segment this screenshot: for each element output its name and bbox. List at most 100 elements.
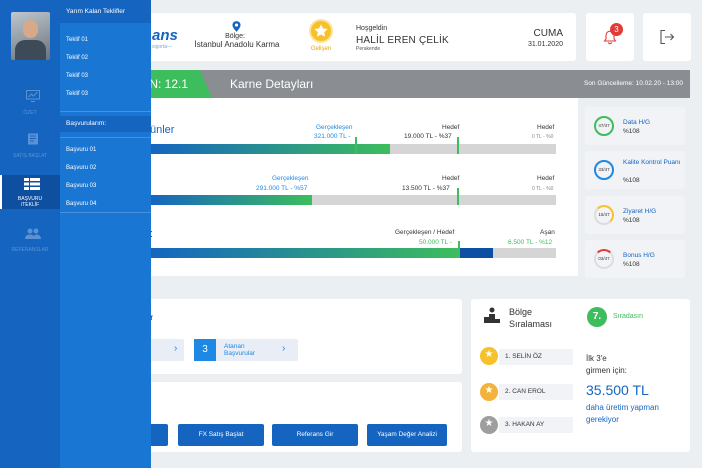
kpi-value: %108 (623, 217, 640, 224)
sidebar-item-applications[interactable]: BAŞVURU /TEKLİF (0, 175, 60, 209)
table-icon (24, 178, 40, 190)
actual-label: Gerçekleşen (316, 124, 353, 131)
referral-button[interactable]: Referans Gir (272, 424, 358, 446)
goal-value: 0 TL - %0 (532, 134, 554, 140)
target-label: Hedef (442, 124, 460, 131)
level-label: Gelişen (310, 46, 332, 52)
life-value-analysis-button[interactable]: Yaşam Değer Analizi (367, 424, 447, 446)
chevron-right-icon: › (282, 343, 286, 354)
over-label: Aşan (540, 229, 555, 236)
last-update-label: Son Güncelleme: 10.02.20 - 13:00 (583, 80, 683, 87)
progress-fill (150, 195, 313, 205)
avatar-body (15, 40, 46, 60)
assigned-applications-chip[interactable]: 3 Atanan Başvurular › (194, 339, 298, 361)
offer-item[interactable]: Teklif 03 (66, 91, 88, 97)
rank-row: 3. HAKAN AY (499, 417, 573, 433)
karne-row-title: ünler (150, 124, 175, 136)
welcome-label: Hoşgeldin (356, 25, 388, 32)
day-label: CUMA (533, 28, 563, 39)
ranking-title-line1: Bölge (509, 307, 533, 317)
kpi-value: %108 (623, 177, 640, 184)
rank-row: 2. CAN EROL (499, 384, 573, 400)
user-role: Perakende (356, 46, 381, 52)
actual-value: 321.000 TL - (314, 133, 351, 140)
sidebar-item-sales[interactable]: SATIŞ BAŞLAT (0, 131, 60, 165)
monitor-chart-icon (26, 90, 40, 102)
application-item[interactable]: Başvuru 04 (66, 201, 96, 207)
target-marker (457, 188, 459, 205)
karne-details-card: ünler Gerçekleşen 321.000 TL - Hedef 19.… (112, 98, 578, 276)
karne-header-band: IN: 12.1 Karne Detayları Son Güncelleme:… (112, 70, 690, 98)
offer-item[interactable]: Teklif 02 (66, 55, 88, 61)
kpi-name: Kalite Kontrol Puanı (623, 159, 681, 166)
kpi-ring: 47/47 (594, 116, 614, 136)
assigned-count: 3 (194, 339, 216, 361)
actual-value: 50.000 TL - (419, 239, 452, 246)
kpi-value: %108 (623, 128, 640, 135)
fx-sale-button[interactable]: FX Satış Başlat (178, 424, 264, 446)
rank-position-label: Sıradasın (613, 313, 643, 320)
kpi-name: Bonus H/G (623, 252, 655, 259)
logout-button[interactable] (643, 13, 691, 61)
avatar[interactable] (11, 12, 50, 60)
actual-target-label: Gerçekleşen / Hedef (395, 229, 455, 236)
sidebar-item-referrals[interactable]: REFERANSLAR (0, 226, 60, 260)
offer-item[interactable]: Teklif 03 (66, 73, 88, 79)
over-fill (458, 248, 494, 258)
target-marker (457, 137, 459, 154)
company-logo: ans (152, 27, 178, 44)
notification-count-badge: 3 (610, 23, 623, 36)
needed-amount: 35.500 TL (586, 382, 649, 398)
target-marker (458, 241, 460, 258)
active-indicator (0, 175, 2, 209)
kpi-card-visit[interactable]: 15/47 Ziyaret H/G %108 (585, 196, 685, 234)
chevron-right-icon: › (174, 343, 178, 354)
actions-card: FX Satış Başlat Referans Gir Yaşam Değer… (112, 382, 462, 452)
rank-position-badge: 7. (587, 307, 607, 327)
divider (60, 212, 151, 213)
sidebar-item-label: SATIŞ BAŞLAT (12, 153, 48, 159)
divider (60, 111, 151, 112)
flyout-header: Yarım Kalan Teklifler (60, 0, 151, 23)
kpi-ring: 33/47 (594, 160, 614, 180)
sidebar-item-label: BAŞVURU /TEKLİF (17, 196, 43, 208)
ranking-title: Bölge Sıralaması (509, 306, 552, 330)
sidebar-item-label: ÖZET (23, 110, 37, 116)
progress-bar (150, 144, 556, 154)
actual-value: 291.000 TL - %57 (256, 185, 308, 192)
kpi-card-data[interactable]: 47/47 Data H/G %108 (585, 107, 685, 145)
kpi-ring-value: 03/47 (598, 256, 610, 261)
karne-title: Karne Detayları (230, 77, 314, 91)
location-pin-icon (232, 21, 241, 32)
assigned-label: Atanan Başvurular (224, 343, 256, 357)
needed-label-2: girmen için: (586, 366, 627, 375)
kpi-ring-value: 33/47 (598, 167, 610, 172)
application-item[interactable]: Başvuru 01 (66, 147, 96, 153)
gold-medal-icon: ★ (480, 383, 498, 401)
needed-label-3: daha üretim yapman (586, 403, 659, 412)
avatar-head (23, 20, 38, 38)
rank-row: 1. SELİN ÖZ (499, 349, 573, 365)
document-icon (28, 133, 38, 145)
applications-card: er › 3 Atanan Başvurular › (112, 299, 462, 374)
karne-tag-label: IN: 12.1 (146, 77, 189, 91)
progress-fill (150, 248, 459, 258)
logout-icon (660, 29, 675, 45)
target-value: 13.500 TL - %37 (402, 185, 450, 192)
kpi-card-quality[interactable]: 33/47 Kalite Kontrol Puanı %108 (585, 151, 685, 189)
target-value: 19.000 TL - %37 (404, 133, 452, 140)
sidebar-item-summary[interactable]: ÖZET (0, 88, 60, 122)
kpi-card-bonus[interactable]: 03/47 Bonus H/G %108 (585, 240, 685, 278)
progress-bar (150, 248, 556, 258)
offer-item[interactable]: Teklif 01 (66, 37, 88, 43)
divider (60, 137, 151, 138)
date-label: 31.01.2020 (527, 41, 563, 48)
kpi-name: Data H/G (623, 119, 651, 126)
notifications-button[interactable]: 3 (586, 13, 634, 61)
application-item[interactable]: Başvuru 03 (66, 183, 96, 189)
needed-label-4: gerekiyor (586, 415, 619, 424)
applications-section-title: Başvurularım: (60, 116, 151, 132)
goal-label: Hedef (537, 175, 555, 182)
application-item[interactable]: Başvuru 02 (66, 165, 96, 171)
sidebar-item-label: REFERANSLAR (11, 247, 49, 253)
